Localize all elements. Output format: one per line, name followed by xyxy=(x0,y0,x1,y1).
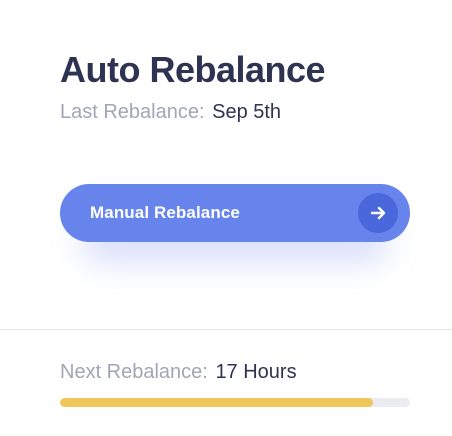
section-divider xyxy=(0,329,452,330)
manual-rebalance-button[interactable]: Manual Rebalance xyxy=(60,184,410,242)
page-title: Auto Rebalance xyxy=(60,49,326,90)
last-rebalance-value: Sep 5th xyxy=(212,101,282,123)
panel-header: Auto Rebalance Last Rebalance: Sep 5th xyxy=(60,48,412,126)
arrow-right-glyph xyxy=(370,206,386,220)
manual-rebalance-button-wrapper: Manual Rebalance xyxy=(60,184,410,260)
next-rebalance-line: Next Rebalance: 17 Hours xyxy=(60,358,297,386)
arrow-right-icon xyxy=(358,193,398,233)
last-rebalance-label: Last Rebalance: xyxy=(60,101,205,123)
auto-rebalance-panel: Auto Rebalance Last Rebalance: Sep 5th M… xyxy=(0,0,452,436)
next-rebalance-progress-fill xyxy=(60,398,374,407)
next-rebalance-progress-bar xyxy=(60,398,410,407)
manual-rebalance-button-label: Manual Rebalance xyxy=(90,203,240,222)
last-rebalance-line: Last Rebalance: Sep 5th xyxy=(60,98,412,126)
next-rebalance-value: 17 Hours xyxy=(215,361,297,383)
next-rebalance-label: Next Rebalance: xyxy=(60,361,208,383)
